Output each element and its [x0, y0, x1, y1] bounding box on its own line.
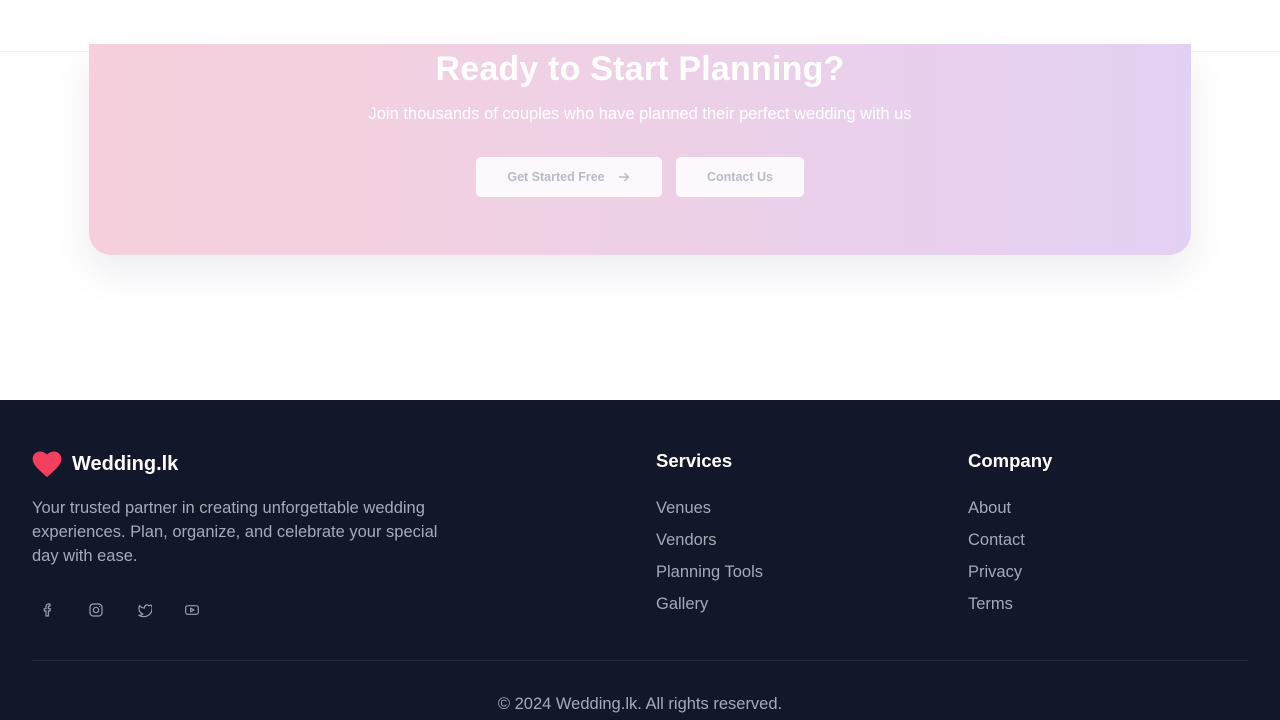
- contact-us-label: Contact Us: [707, 170, 773, 184]
- get-started-label: Get Started Free: [507, 170, 605, 184]
- twitter-icon: [138, 604, 152, 618]
- twitter-link[interactable]: [128, 594, 160, 626]
- youtube-icon: [185, 605, 199, 615]
- get-started-button[interactable]: Get Started Free: [476, 157, 662, 197]
- link-planning-tools[interactable]: Planning Tools: [656, 556, 763, 588]
- contact-us-button[interactable]: Contact Us: [676, 157, 804, 197]
- footer-divider: [32, 660, 1248, 661]
- brand-description: Your trusted partner in creating unforge…: [32, 499, 438, 565]
- services-column: Services Venues Vendors Planning Tools G…: [656, 450, 763, 620]
- brand-name: Wedding.lk: [72, 452, 179, 475]
- cta-subtitle: Join thousands of couples who have plann…: [368, 105, 912, 123]
- facebook-icon: [43, 603, 51, 617]
- footer: Wedding.lk Your trusted partner in creat…: [0, 400, 1280, 720]
- company-column: Company About Contact Privacy Terms: [968, 450, 1052, 620]
- arrow-right-icon: [618, 172, 629, 182]
- brand[interactable]: Wedding.lk: [32, 450, 178, 478]
- cta-title: Ready to Start Planning?: [435, 50, 845, 88]
- link-contact[interactable]: Contact: [968, 524, 1052, 556]
- facebook-link[interactable]: [32, 594, 64, 626]
- link-gallery[interactable]: Gallery: [656, 588, 763, 620]
- youtube-link[interactable]: [176, 594, 208, 626]
- link-about[interactable]: About: [968, 492, 1052, 524]
- instagram-icon: [89, 603, 103, 617]
- link-vendors[interactable]: Vendors: [656, 524, 763, 556]
- copyright: © 2024 Wedding.lk. All rights reserved.: [497, 695, 783, 713]
- link-terms[interactable]: Terms: [968, 588, 1052, 620]
- link-privacy[interactable]: Privacy: [968, 556, 1052, 588]
- link-venues[interactable]: Venues: [656, 492, 763, 524]
- page: Ready to Start Planning? Join thousands …: [0, 0, 1280, 720]
- social-links: [32, 594, 208, 626]
- heart-icon: [32, 451, 62, 478]
- company-heading: Company: [968, 450, 1053, 471]
- instagram-link[interactable]: [80, 594, 112, 626]
- cta-banner: Ready to Start Planning? Join thousands …: [89, 44, 1191, 255]
- services-heading: Services: [656, 450, 733, 471]
